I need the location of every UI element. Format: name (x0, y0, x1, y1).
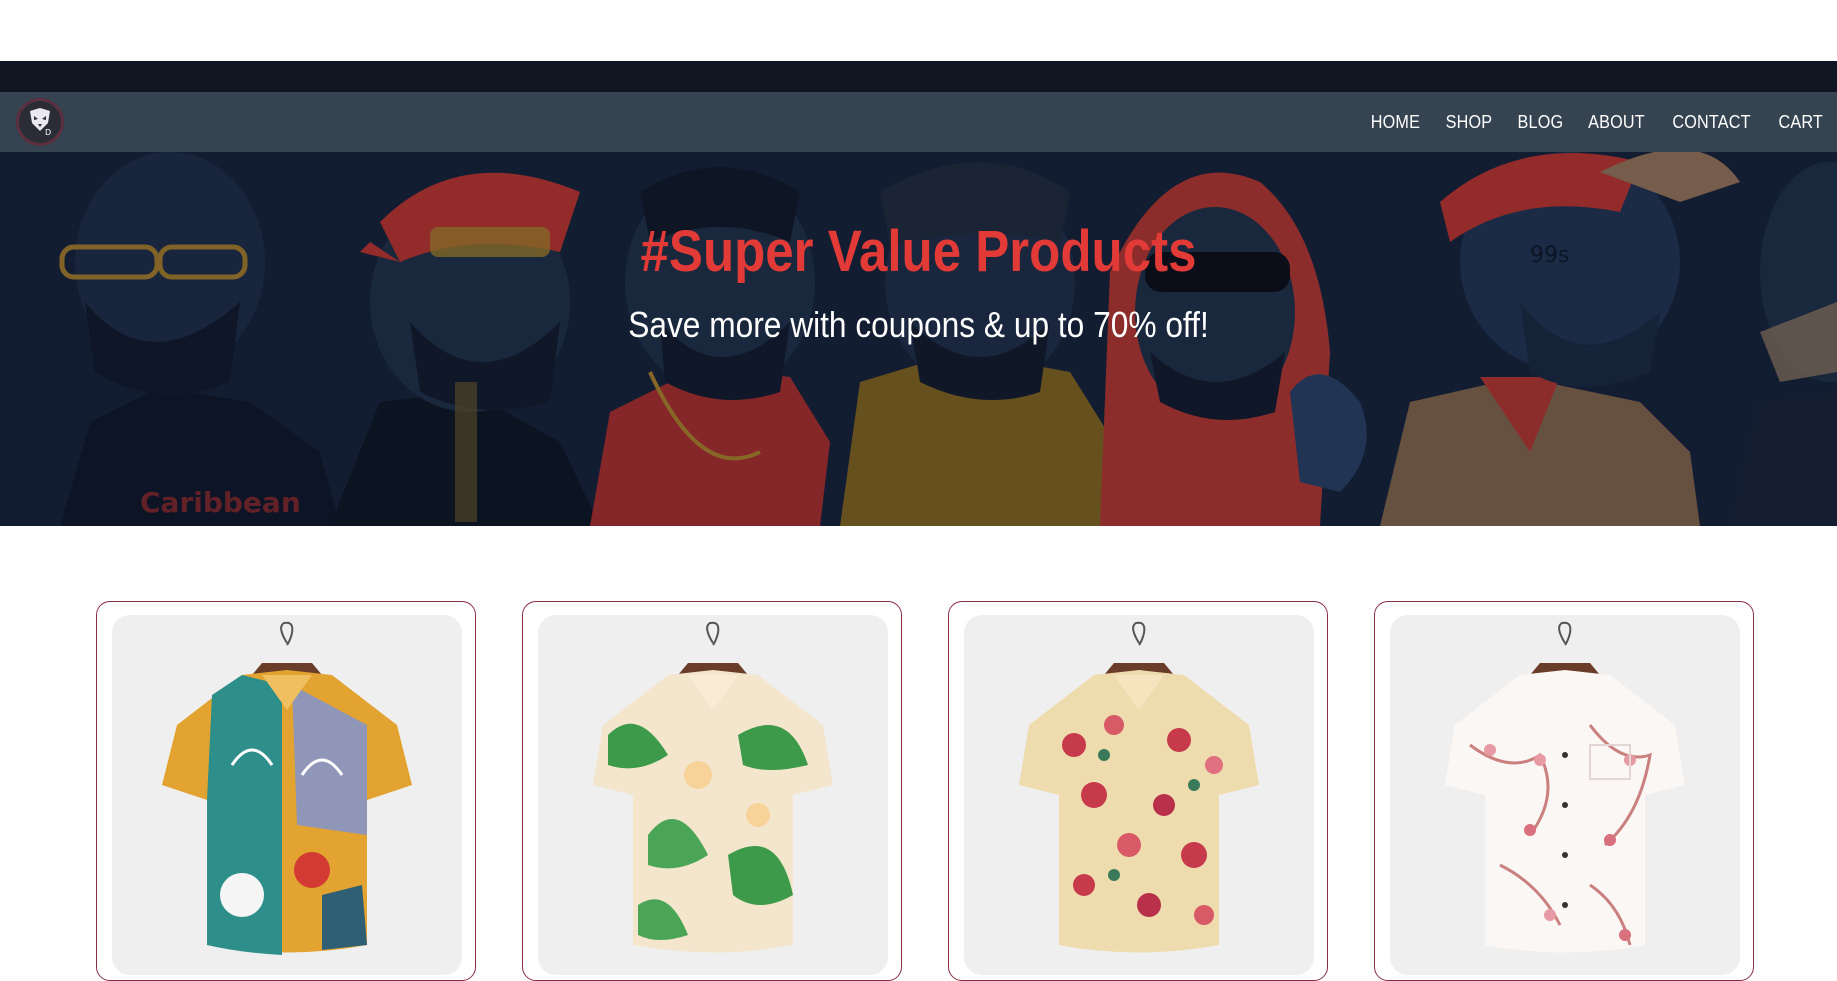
nav-home[interactable]: HOME (1371, 112, 1420, 133)
nav-shop[interactable]: SHOP (1445, 112, 1492, 133)
top-dark-strip (0, 61, 1837, 92)
skull-logo-icon: D (30, 108, 51, 137)
brand-logo[interactable]: D (16, 98, 64, 146)
nav-about[interactable]: ABOUT (1589, 112, 1646, 133)
product-card[interactable] (96, 601, 476, 981)
product-image[interactable] (1390, 615, 1740, 975)
main-nav: HOME SHOP BLOG ABOUT CONTACT CART (1348, 112, 1825, 133)
product-card[interactable] (948, 601, 1328, 981)
hero-title: #Super Value Products (640, 219, 1197, 284)
nav-blog[interactable]: BLOG (1517, 112, 1563, 133)
blossom-shirt-icon (1445, 621, 1685, 953)
product-image[interactable] (538, 615, 888, 975)
product-card[interactable] (522, 601, 902, 981)
leaf-shirt-icon (593, 621, 833, 953)
navbar: D HOME SHOP BLOG ABOUT CONTACT CART (0, 92, 1837, 152)
nav-contact[interactable]: CONTACT (1673, 112, 1751, 133)
svg-text:D: D (45, 128, 51, 137)
product-card[interactable] (1374, 601, 1754, 981)
product-grid (96, 601, 1756, 981)
hero-subtitle: Save more with coupons & up to 70% off! (628, 304, 1209, 345)
red-floral-shirt-icon (1019, 621, 1259, 953)
abstract-shirt-icon (162, 621, 412, 955)
nav-cart[interactable]: CART (1778, 112, 1823, 133)
product-image[interactable] (964, 615, 1314, 975)
hero-banner: Caribbean 99s #Super Value Products Save… (0, 152, 1837, 526)
product-image[interactable] (112, 615, 462, 975)
